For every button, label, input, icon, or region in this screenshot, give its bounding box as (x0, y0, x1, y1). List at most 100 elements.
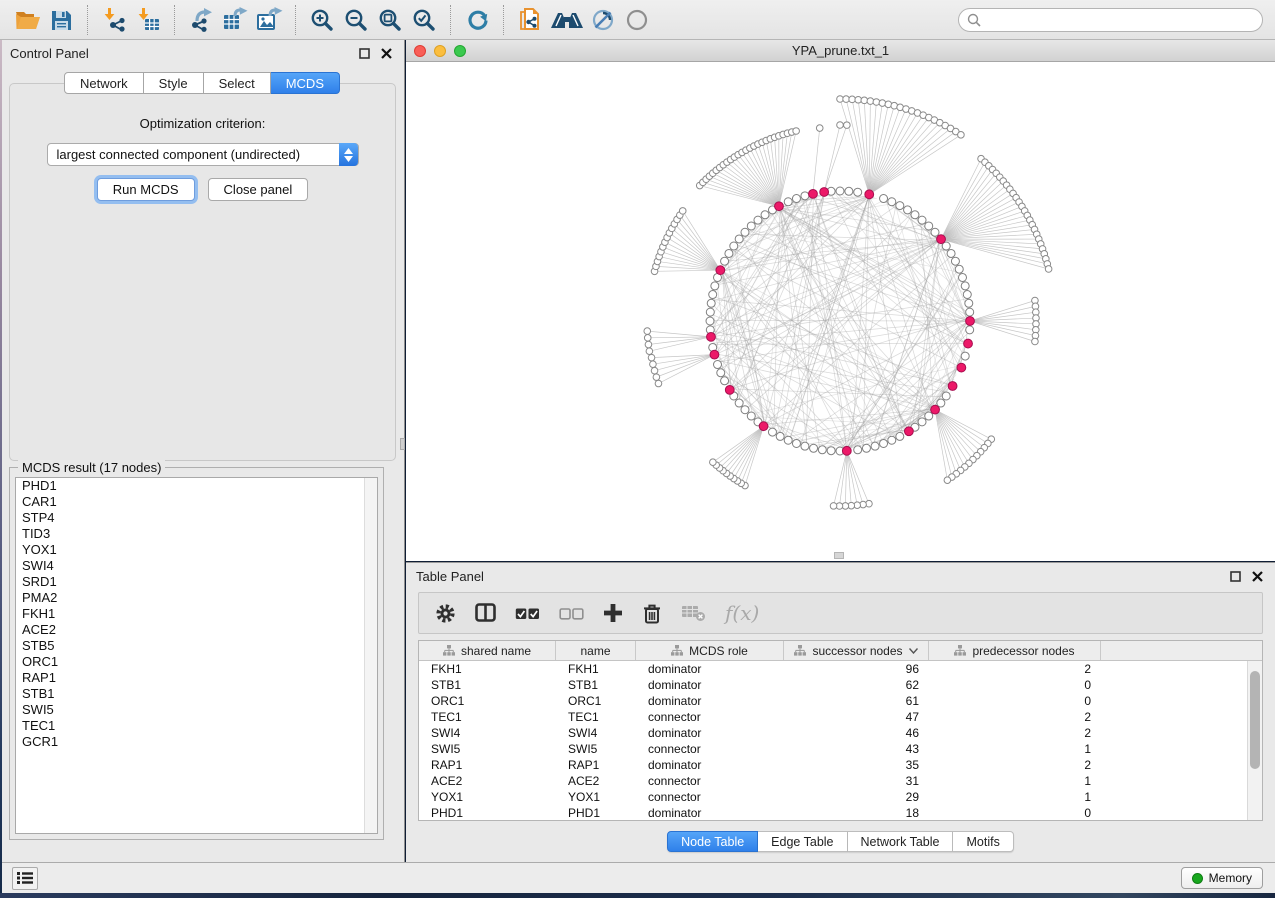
network-node[interactable] (644, 328, 651, 335)
select-all-columns-button[interactable] (515, 607, 540, 620)
network-node[interactable] (944, 477, 951, 484)
network-node[interactable] (1032, 338, 1039, 345)
cell-name[interactable]: TEC1 (556, 709, 636, 725)
cell-mcds_role[interactable]: dominator (636, 805, 784, 821)
mcds-result-item[interactable]: ORC1 (16, 654, 377, 670)
split-divider-handle[interactable] (834, 552, 844, 559)
mcds-network-node[interactable] (865, 190, 874, 199)
memory-button[interactable]: Memory (1181, 867, 1263, 889)
mcds-network-node[interactable] (966, 317, 975, 326)
cell-predecessor_nodes[interactable]: 2 (929, 725, 1101, 741)
network-node[interactable] (645, 341, 652, 348)
network-node[interactable] (792, 439, 800, 447)
table-row[interactable]: FKH1FKH1dominator962 (419, 661, 1262, 677)
mcds-network-node[interactable] (710, 350, 719, 359)
cell-predecessor_nodes[interactable]: 2 (929, 661, 1101, 677)
cell-predecessor_nodes[interactable]: 0 (929, 677, 1101, 693)
network-node[interactable] (862, 444, 870, 452)
table-settings-button[interactable] (435, 603, 456, 624)
network-canvas[interactable] (406, 62, 1275, 561)
network-node[interactable] (816, 125, 823, 132)
cell-successor_nodes[interactable]: 46 (784, 725, 929, 741)
cell-predecessor_nodes[interactable]: 0 (929, 805, 1101, 821)
table-scrollbar[interactable] (1247, 661, 1262, 820)
network-node[interactable] (707, 299, 715, 307)
cell-shared_name[interactable]: SWI5 (419, 741, 556, 757)
cell-shared_name[interactable]: YOX1 (419, 789, 556, 805)
cell-mcds_role[interactable]: dominator (636, 757, 784, 773)
zoom-selected-button[interactable] (407, 4, 441, 36)
network-node[interactable] (931, 228, 939, 236)
cell-successor_nodes[interactable]: 35 (784, 757, 929, 773)
cell-name[interactable]: ORC1 (556, 693, 636, 709)
network-node[interactable] (784, 436, 792, 444)
save-session-button[interactable] (44, 4, 78, 36)
cell-shared_name[interactable]: FKH1 (419, 661, 556, 677)
mcds-network-node[interactable] (842, 446, 851, 455)
network-node[interactable] (911, 211, 919, 219)
function-builder-button[interactable]: f(x) (725, 601, 759, 625)
mcds-result-item[interactable]: TID3 (16, 526, 377, 542)
cell-shared_name[interactable]: PHD1 (419, 805, 556, 821)
table-row[interactable]: SWI4SWI4dominator462 (419, 725, 1262, 741)
mcds-result-item[interactable]: SWI4 (16, 558, 377, 574)
network-node[interactable] (730, 242, 738, 250)
cell-shared_name[interactable]: ACE2 (419, 773, 556, 789)
table-row[interactable]: TEC1TEC1connector472 (419, 709, 1262, 725)
network-node[interactable] (844, 122, 851, 129)
cell-successor_nodes[interactable]: 96 (784, 661, 929, 677)
column-header-MCDS-role[interactable]: MCDS role (636, 641, 784, 660)
cell-shared_name[interactable]: ORC1 (419, 693, 556, 709)
cell-predecessor_nodes[interactable]: 2 (929, 757, 1101, 773)
table-row[interactable]: ORC1ORC1dominator610 (419, 693, 1262, 709)
network-node[interactable] (761, 211, 769, 219)
cell-mcds_role[interactable]: dominator (636, 693, 784, 709)
network-node[interactable] (845, 187, 853, 195)
import-table-button[interactable] (131, 4, 165, 36)
mcds-result-item[interactable]: PHD1 (16, 478, 377, 494)
cell-name[interactable]: STB1 (556, 677, 636, 693)
network-node[interactable] (904, 206, 912, 214)
cell-shared_name[interactable]: RAP1 (419, 757, 556, 773)
network-node[interactable] (706, 317, 714, 325)
mcds-result-item[interactable]: STB1 (16, 686, 377, 702)
split-divider-handle[interactable] (400, 438, 405, 450)
cell-successor_nodes[interactable]: 29 (784, 789, 929, 805)
network-node[interactable] (735, 235, 743, 243)
cell-name[interactable]: PHD1 (556, 805, 636, 821)
refresh-layout-button[interactable] (460, 4, 494, 36)
mcds-result-item[interactable]: ACE2 (16, 622, 377, 638)
mcds-network-node[interactable] (904, 427, 913, 436)
import-network-button[interactable] (97, 4, 131, 36)
network-graph[interactable] (406, 62, 1275, 561)
network-node[interactable] (735, 399, 743, 407)
network-node[interactable] (958, 273, 966, 281)
cell-shared_name[interactable]: SWI4 (419, 725, 556, 741)
tab-select[interactable]: Select (204, 72, 271, 94)
network-node[interactable] (837, 122, 844, 129)
run-mcds-button[interactable]: Run MCDS (97, 178, 195, 201)
table-row[interactable]: YOX1YOX1connector291 (419, 789, 1262, 805)
export-image-button[interactable] (252, 4, 286, 36)
tab-network-table[interactable]: Network Table (848, 831, 954, 852)
hide-details-button[interactable] (587, 4, 621, 36)
network-node[interactable] (747, 222, 755, 230)
cell-successor_nodes[interactable]: 18 (784, 805, 929, 821)
cell-successor_nodes[interactable]: 62 (784, 677, 929, 693)
cell-name[interactable]: SWI4 (556, 725, 636, 741)
network-node[interactable] (710, 459, 717, 466)
network-node[interactable] (646, 348, 653, 355)
tab-network[interactable]: Network (64, 72, 144, 94)
network-node[interactable] (854, 446, 862, 454)
network-node[interactable] (963, 291, 971, 299)
mcds-network-node[interactable] (759, 422, 768, 431)
close-table-panel-button[interactable] (1249, 568, 1265, 584)
cell-shared_name[interactable]: STB1 (419, 677, 556, 693)
network-node[interactable] (955, 265, 963, 273)
export-table-button[interactable] (218, 4, 252, 36)
delete-table-button[interactable] (681, 604, 706, 622)
cell-predecessor_nodes[interactable]: 1 (929, 773, 1101, 789)
cell-successor_nodes[interactable]: 47 (784, 709, 929, 725)
tab-node-table[interactable]: Node Table (667, 831, 758, 852)
network-node[interactable] (725, 249, 733, 257)
